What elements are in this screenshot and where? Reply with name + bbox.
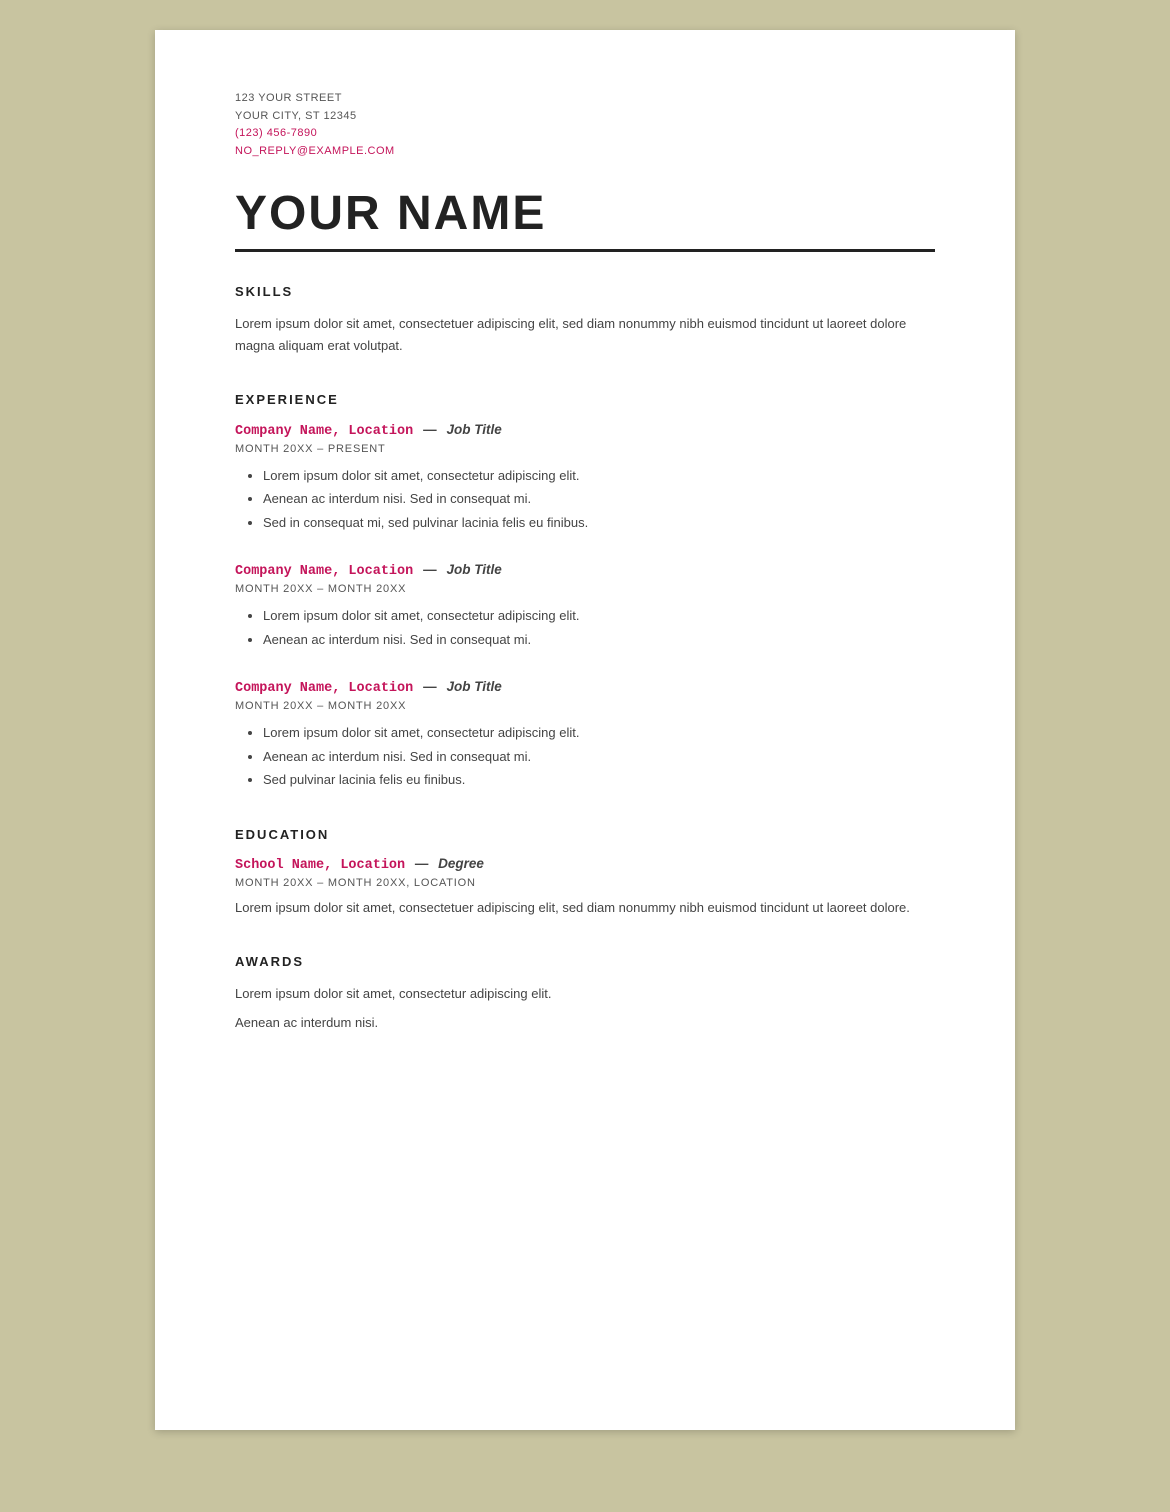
- job-sep-3: —: [423, 679, 437, 694]
- job-bullet-1-1: Lorem ipsum dolor sit amet, consectetur …: [263, 465, 935, 486]
- awards-section: AWARDS Lorem ipsum dolor sit amet, conse…: [235, 954, 935, 1034]
- edu-dates-1: MONTH 20XX – MONTH 20XX, LOCATION: [235, 877, 935, 889]
- experience-section: EXPERIENCE Company Name, Location — Job …: [235, 392, 935, 791]
- contact-city: YOUR CITY, ST 12345: [235, 108, 935, 126]
- resume-page: 123 YOUR STREET YOUR CITY, ST 12345 (123…: [155, 30, 1015, 1430]
- job-entry-1: Company Name, Location — Job Title MONTH…: [235, 421, 935, 533]
- job-title-1: Job Title: [447, 422, 502, 437]
- job-company-3: Company Name, Location: [235, 681, 413, 696]
- education-section: EDUCATION School Name, Location — Degree…: [235, 827, 935, 918]
- skills-text: Lorem ipsum dolor sit amet, consectetuer…: [235, 313, 935, 356]
- job-entry-3: Company Name, Location — Job Title MONTH…: [235, 678, 935, 790]
- job-bullet-3-1: Lorem ipsum dolor sit amet, consectetur …: [263, 722, 935, 743]
- job-bullet-1-3: Sed in consequat mi, sed pulvinar lacini…: [263, 512, 935, 533]
- job-company-2: Company Name, Location: [235, 564, 413, 579]
- edu-sep-1: —: [415, 856, 429, 871]
- job-sep-1: —: [423, 422, 437, 437]
- contact-phone: (123) 456-7890: [235, 125, 935, 143]
- job-title-2: Job Title: [447, 562, 502, 577]
- job-dates-2: MONTH 20XX – MONTH 20XX: [235, 583, 935, 595]
- job-bullet-3-3: Sed pulvinar lacinia felis eu finibus.: [263, 769, 935, 790]
- job-sep-2: —: [423, 562, 437, 577]
- edu-header-1: School Name, Location — Degree: [235, 856, 935, 873]
- job-bullets-2: Lorem ipsum dolor sit amet, consectetur …: [235, 605, 935, 650]
- job-bullets-1: Lorem ipsum dolor sit amet, consectetur …: [235, 465, 935, 533]
- skills-section: SKILLS Lorem ipsum dolor sit amet, conse…: [235, 284, 935, 356]
- job-company-1: Company Name, Location: [235, 424, 413, 439]
- awards-line-2: Aenean ac interdum nisi.: [235, 1012, 935, 1033]
- job-dates-1: MONTH 20XX – PRESENT: [235, 443, 935, 455]
- awards-title: AWARDS: [235, 954, 935, 969]
- edu-degree-1: Degree: [438, 856, 484, 871]
- job-title-3: Job Title: [447, 679, 502, 694]
- awards-line-1: Lorem ipsum dolor sit amet, consectetur …: [235, 983, 935, 1004]
- contact-email: NO_REPLY@EXAMPLE.COM: [235, 143, 935, 161]
- skills-title: SKILLS: [235, 284, 935, 299]
- job-bullets-3: Lorem ipsum dolor sit amet, consectetur …: [235, 722, 935, 790]
- edu-school-1: School Name, Location: [235, 858, 405, 873]
- job-bullet-2-2: Aenean ac interdum nisi. Sed in consequa…: [263, 629, 935, 650]
- job-entry-2: Company Name, Location — Job Title MONTH…: [235, 561, 935, 650]
- contact-street: 123 YOUR STREET: [235, 90, 935, 108]
- job-bullet-1-2: Aenean ac interdum nisi. Sed in consequa…: [263, 488, 935, 509]
- contact-block: 123 YOUR STREET YOUR CITY, ST 12345 (123…: [235, 90, 935, 160]
- resume-name: YOUR NAME: [235, 188, 935, 241]
- name-block: YOUR NAME: [235, 188, 935, 241]
- job-header-3: Company Name, Location — Job Title: [235, 678, 935, 696]
- job-bullet-2-1: Lorem ipsum dolor sit amet, consectetur …: [263, 605, 935, 626]
- job-dates-3: MONTH 20XX – MONTH 20XX: [235, 700, 935, 712]
- name-divider: [235, 249, 935, 252]
- job-header-2: Company Name, Location — Job Title: [235, 561, 935, 579]
- job-header-1: Company Name, Location — Job Title: [235, 421, 935, 439]
- experience-title: EXPERIENCE: [235, 392, 935, 407]
- edu-text-1: Lorem ipsum dolor sit amet, consectetuer…: [235, 897, 935, 918]
- edu-entry-1: School Name, Location — Degree MONTH 20X…: [235, 856, 935, 918]
- education-title: EDUCATION: [235, 827, 935, 842]
- job-bullet-3-2: Aenean ac interdum nisi. Sed in consequa…: [263, 746, 935, 767]
